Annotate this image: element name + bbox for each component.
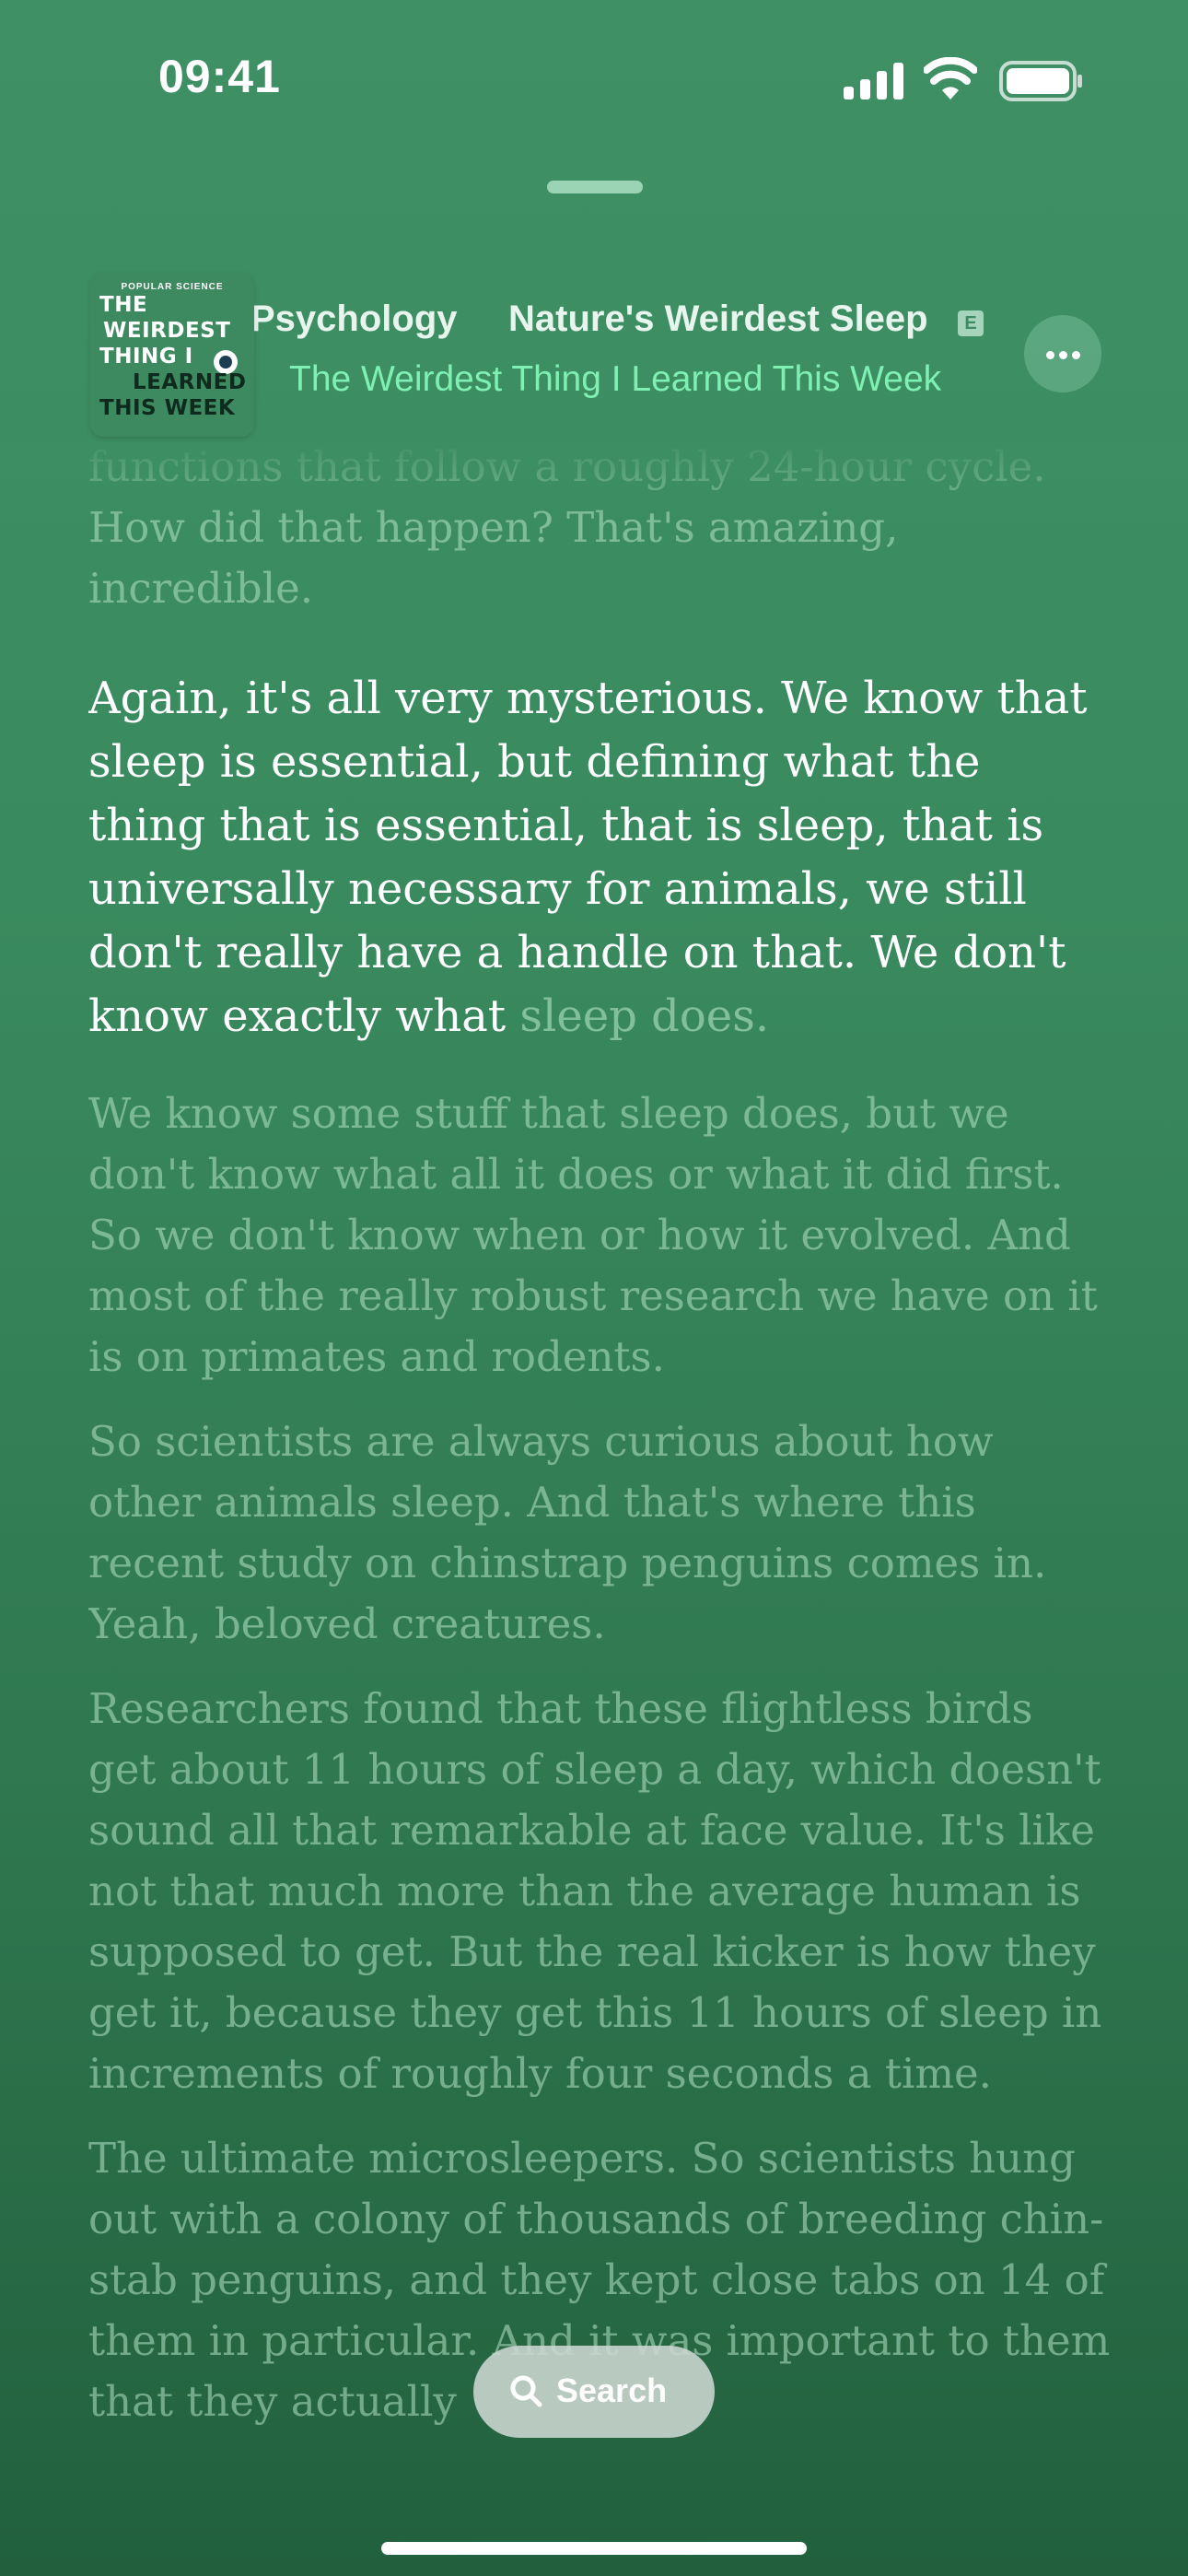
- transcript-paragraph[interactable]: Researchers found that these flightless …: [88, 1679, 1111, 2104]
- transcript-paragraph[interactable]: We know some stuff that sleep does, but …: [88, 1083, 1111, 1388]
- battery-icon: [999, 61, 1082, 101]
- explicit-badge: E: [958, 310, 984, 336]
- wifi-icon: [924, 57, 977, 100]
- spoken-text: Again, it's all very mysterious. We know…: [88, 673, 1088, 1042]
- episode-title-previous: Psychology: [254, 299, 458, 339]
- sheet-grabber[interactable]: [547, 181, 643, 193]
- status-bar: 09:41: [0, 0, 1188, 157]
- home-indicator[interactable]: [381, 2542, 807, 2555]
- artwork-line: THIS WEEK: [99, 396, 236, 420]
- show-name: The Weirdest Thing I Learned This Week: [289, 359, 942, 399]
- artwork-line: WEIRDEST: [103, 319, 231, 343]
- transcript-paragraph[interactable]: functions that follow a roughly 24-hour …: [88, 442, 1111, 619]
- artwork-line: THE: [99, 293, 148, 317]
- search-label: Search: [556, 2371, 668, 2409]
- transcript-paragraph-active[interactable]: Again, it's all very mysterious. We know…: [88, 667, 1111, 1048]
- transcript-paragraph[interactable]: So scientists are always curious about h…: [88, 1411, 1111, 1655]
- show-name-marquee[interactable]: The Weirdest Thing I Learned This Week: [289, 359, 989, 407]
- artwork-line: THING I: [99, 345, 193, 369]
- transcript[interactable]: functions that follow a roughly 24-hour …: [88, 442, 1111, 2576]
- upcoming-text: sleep does.: [506, 990, 770, 1042]
- artwork-publisher: POPULAR SCIENCE: [121, 282, 224, 292]
- cellular-signal-icon: [844, 63, 903, 100]
- artwork-line: LEARNED: [133, 370, 247, 394]
- search-button[interactable]: Search: [473, 2346, 715, 2438]
- ellipsis-icon: [1046, 351, 1054, 359]
- status-time: 09:41: [158, 51, 281, 102]
- podcast-artwork[interactable]: POPULAR SCIENCE THE WEIRDEST THING I LEA…: [90, 273, 254, 437]
- episode-title: Nature's Weirdest Sleep: [508, 299, 928, 339]
- episode-title-marquee[interactable]: Psychology Nature's Weirdest Sleep: [254, 299, 954, 350]
- search-icon: [510, 2375, 542, 2407]
- more-options-button[interactable]: [1024, 315, 1101, 392]
